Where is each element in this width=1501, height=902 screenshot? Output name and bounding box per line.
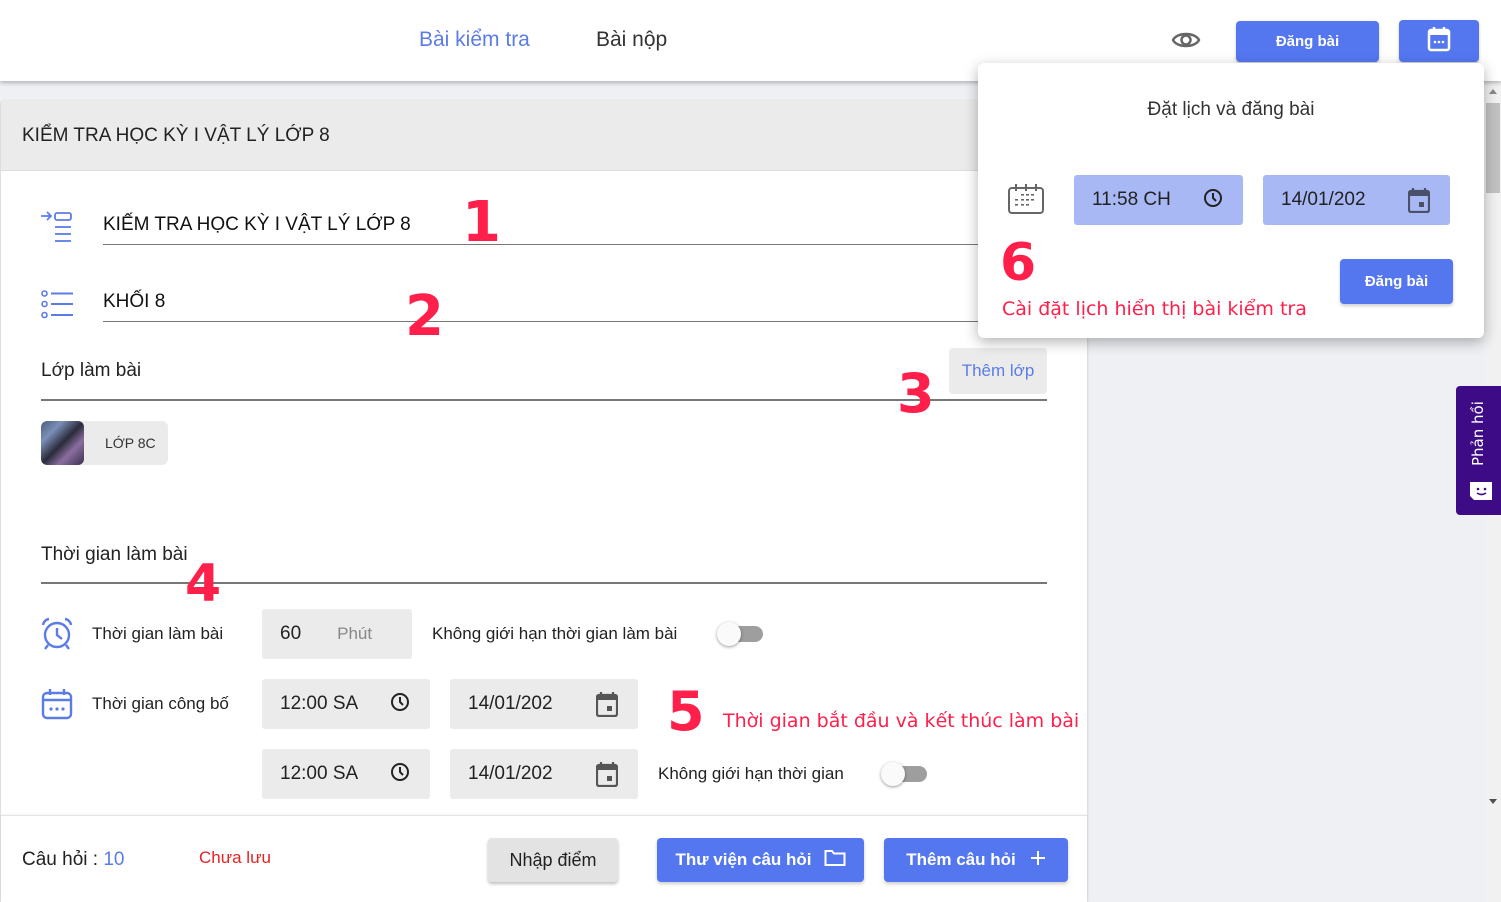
- question-count-label: Câu hỏi :: [22, 849, 104, 870]
- annotation-3: 3: [897, 362, 935, 425]
- title-list-icon: [40, 211, 74, 248]
- enter-score-button[interactable]: Nhập điểm: [488, 838, 618, 882]
- tab-submissions[interactable]: Bài nộp: [596, 28, 667, 52]
- start-time-value: 12:00 SA: [280, 693, 359, 714]
- annotation-6: 6: [1000, 233, 1037, 293]
- schedule-time-value: 11:58 CH: [1092, 189, 1171, 210]
- annotation-5-text: Thời gian bắt đầu và kết thúc làm bài: [723, 710, 1080, 732]
- end-time-value: 12:00 SA: [280, 763, 359, 784]
- schedule-popover: Đặt lịch và đăng bài 11:58 CH 14/01/202 …: [978, 63, 1484, 338]
- save-status: Chưa lưu: [199, 848, 271, 867]
- calendar-icon[interactable]: [595, 691, 619, 723]
- clock-icon[interactable]: [1203, 188, 1223, 214]
- unlimited-duration-label: Không giới hạn thời gian làm bài: [432, 624, 678, 643]
- start-date-input[interactable]: 14/01/202: [450, 679, 638, 729]
- add-class-button[interactable]: Thêm lớp: [949, 348, 1047, 394]
- annotation-5: 5: [667, 680, 705, 743]
- popover-title: Đặt lịch và đăng bài: [1147, 99, 1315, 120]
- schedule-button[interactable]: [1399, 20, 1479, 62]
- duration-unit: Phút: [337, 624, 373, 643]
- tab-tests[interactable]: Bài kiểm tra: [419, 28, 530, 52]
- add-question-button[interactable]: Thêm câu hỏi: [884, 838, 1068, 882]
- duration-input[interactable]: 60 Phút: [262, 609, 412, 659]
- scroll-thumb[interactable]: [1486, 103, 1500, 193]
- schedule-date-value: 14/01/202: [1281, 189, 1366, 210]
- duration-label: Thời gian làm bài: [92, 624, 224, 643]
- calendar-icon: [41, 688, 73, 725]
- end-date-input[interactable]: 14/01/202: [450, 749, 638, 799]
- class-section-label: Lớp làm bài: [41, 360, 142, 381]
- annotation-2: 2: [405, 284, 444, 349]
- schedule-date-input[interactable]: 14/01/202: [1263, 175, 1450, 225]
- post-button[interactable]: Đăng bài: [1236, 21, 1379, 62]
- start-date-value: 14/01/202: [468, 693, 553, 714]
- alarm-clock-icon: [40, 617, 74, 656]
- bullet-list-icon: [41, 290, 75, 325]
- plus-icon: [1030, 850, 1046, 871]
- calendar-icon[interactable]: [595, 761, 619, 793]
- end-date-value: 14/01/202: [468, 763, 553, 784]
- scroll-down-arrow[interactable]: [1489, 799, 1497, 804]
- feedback-tab[interactable]: Phản hồi: [1456, 386, 1501, 515]
- calendar-icon: [1007, 183, 1045, 220]
- annotation-4: 4: [185, 554, 222, 614]
- question-count-value: 10: [103, 849, 125, 870]
- add-question-label: Thêm câu hỏi: [906, 850, 1016, 869]
- unlimited-duration-toggle[interactable]: [717, 622, 763, 646]
- calendar-icon[interactable]: [1407, 187, 1431, 219]
- annotation-1: 1: [462, 190, 501, 255]
- question-library-button[interactable]: Thư viện câu hỏi: [657, 838, 864, 882]
- schedule-time-input[interactable]: 11:58 CH: [1074, 175, 1243, 225]
- end-time-input[interactable]: 12:00 SA: [262, 749, 430, 799]
- clock-icon[interactable]: [390, 692, 410, 718]
- clock-icon[interactable]: [390, 762, 410, 788]
- smiley-chat-icon: [1468, 481, 1494, 506]
- unlimited-time-label: Không giới hạn thời gian: [658, 764, 844, 783]
- schedule-post-button[interactable]: Đăng bài: [1340, 259, 1453, 304]
- editor-footer: Câu hỏi : 10 Chưa lưu Nhập điểm Thư viện…: [1, 815, 1087, 902]
- start-time-input[interactable]: 12:00 SA: [262, 679, 430, 729]
- class-chip-label: LỚP 8C: [105, 435, 156, 451]
- test-header-title: KIỂM TRA HỌC KỲ I VẬT LÝ LỚP 8: [1, 101, 1087, 171]
- question-count: Câu hỏi : 10: [22, 849, 124, 871]
- duration-value: 60: [280, 623, 302, 644]
- scroll-up-arrow[interactable]: [1489, 89, 1497, 94]
- time-section-label: Thời gian làm bài: [41, 544, 188, 565]
- question-library-label: Thư viện câu hỏi: [675, 850, 812, 869]
- feedback-label: Phản hồi: [1469, 401, 1487, 466]
- annotation-6-text: Cài đặt lịch hiển thị bài kiểm tra: [1002, 298, 1307, 320]
- publish-time-label: Thời gian công bố: [92, 694, 229, 713]
- unlimited-time-toggle[interactable]: [881, 762, 927, 786]
- class-chip[interactable]: LỚP 8C: [41, 421, 168, 465]
- grade-input[interactable]: KHỐI 8: [103, 291, 1047, 322]
- folder-icon: [824, 849, 846, 872]
- eye-icon[interactable]: [1171, 28, 1201, 52]
- class-thumbnail: [41, 421, 84, 465]
- calendar-icon: [1427, 26, 1451, 56]
- test-title-input[interactable]: KIẾM TRA HỌC KỲ I VẬT LÝ LỚP 8: [103, 214, 1047, 245]
